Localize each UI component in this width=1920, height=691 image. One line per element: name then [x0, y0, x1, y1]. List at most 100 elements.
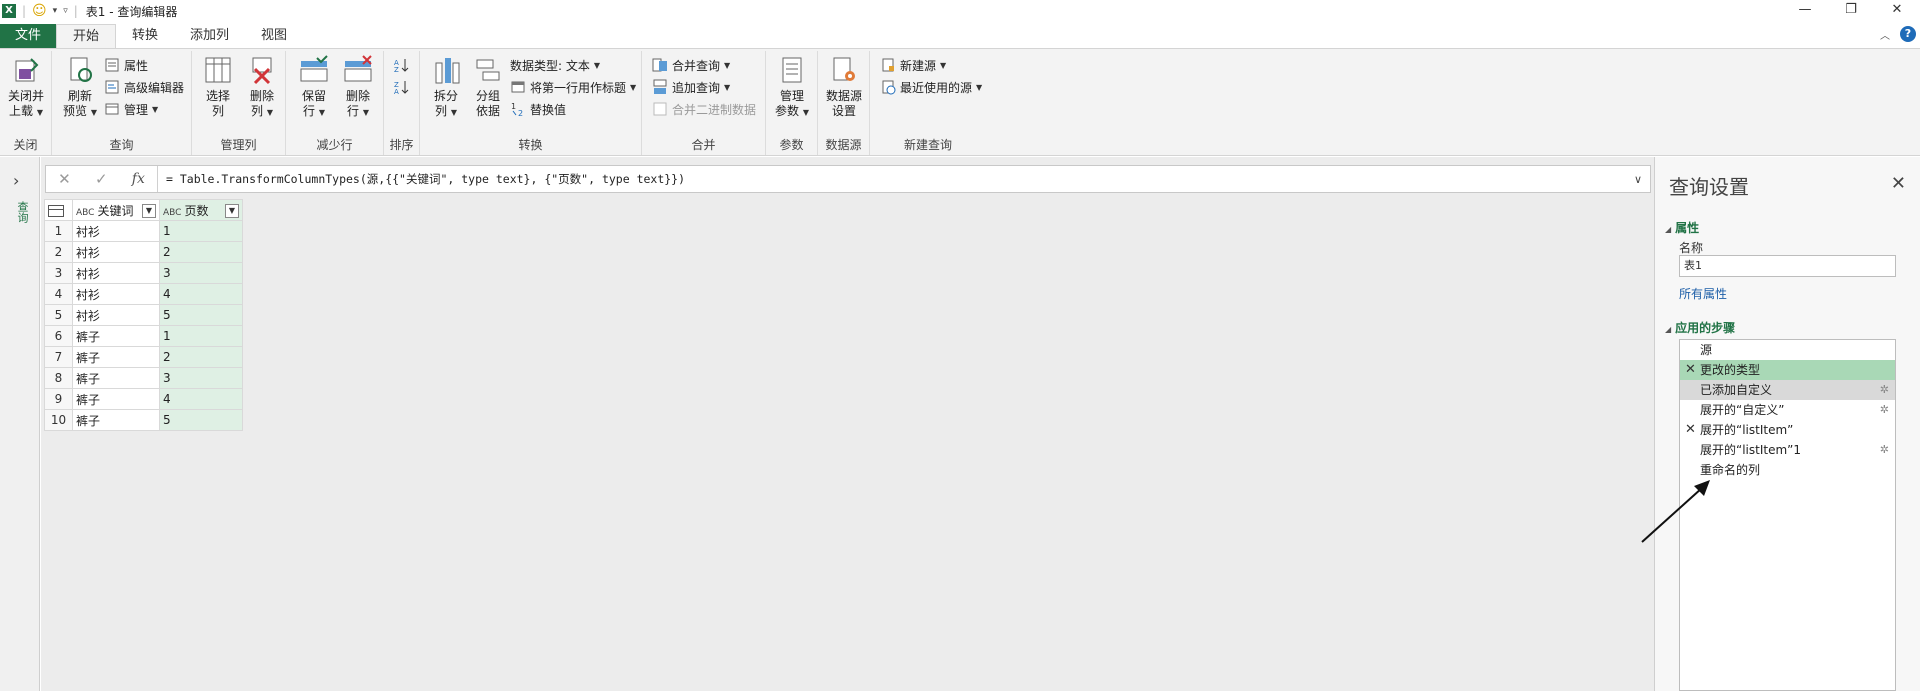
row-number[interactable]: 7	[44, 346, 73, 368]
table-icon[interactable]	[48, 204, 64, 217]
cancel-formula-icon[interactable]: ✕	[58, 170, 71, 188]
row-number[interactable]: 8	[44, 367, 73, 389]
collapse-triangle-icon[interactable]: ◢	[1665, 225, 1671, 234]
merge-queries-button[interactable]: 合并查询 ▼	[652, 55, 730, 75]
row-number[interactable]: 3	[44, 262, 73, 284]
cell-keyword[interactable]: 裤子	[72, 325, 160, 347]
applied-step[interactable]: ✕ 更改的类型	[1680, 360, 1895, 380]
minimize-icon[interactable]: —	[1782, 0, 1828, 22]
cell-keyword[interactable]: 衬衫	[72, 262, 160, 284]
row-number[interactable]: 5	[44, 304, 73, 326]
collapse-ribbon-icon[interactable]: ︿	[1880, 27, 1890, 42]
collapse-triangle-icon[interactable]: ◢	[1665, 325, 1671, 334]
table-row[interactable]: 7 裤子 2	[44, 346, 243, 368]
cell-pages[interactable]: 2	[159, 346, 243, 368]
cell-pages[interactable]: 5	[159, 304, 243, 326]
remove-columns-button[interactable]: 删除 列 ▼	[240, 55, 284, 120]
keep-rows-button[interactable]: 保留 行 ▼	[292, 55, 336, 120]
table-row[interactable]: 8 裤子 3	[44, 367, 243, 389]
column-header-pages[interactable]: ABC 页数 ▼	[159, 199, 243, 221]
row-number[interactable]: 4	[44, 283, 73, 305]
refresh-preview-button[interactable]: 刷新 预览 ▼	[58, 55, 102, 120]
chevron-down-icon[interactable]: ∨	[1626, 173, 1650, 186]
applied-steps-section[interactable]: ◢ 应用的步骤	[1665, 319, 1735, 336]
name-input[interactable]: 表1	[1679, 255, 1896, 277]
cell-pages[interactable]: 2	[159, 241, 243, 263]
step-settings-gear-icon[interactable]: ✲	[1880, 440, 1889, 460]
properties-section[interactable]: ◢ 属性	[1665, 219, 1699, 236]
qa-dropdown-icon[interactable]: ▾	[53, 6, 58, 16]
properties-button[interactable]: 属性	[104, 55, 148, 75]
tab-home[interactable]: 开始	[56, 24, 117, 48]
row-number[interactable]: 9	[44, 388, 73, 410]
tab-view[interactable]: 视图	[245, 24, 303, 48]
applied-step[interactable]: 源	[1680, 340, 1895, 360]
cell-keyword[interactable]: 裤子	[72, 388, 160, 410]
table-menu-cell[interactable]	[44, 199, 73, 221]
table-row[interactable]: 1 衬衫 1	[44, 220, 243, 242]
step-settings-gear-icon[interactable]: ✲	[1880, 380, 1889, 400]
delete-step-icon[interactable]: ✕	[1685, 420, 1696, 440]
data-source-settings-button[interactable]: 数据源 设置	[822, 55, 866, 119]
replace-values-button[interactable]: 12 替换值	[510, 99, 566, 119]
cell-keyword[interactable]: 裤子	[72, 346, 160, 368]
delete-step-icon[interactable]: ✕	[1685, 360, 1696, 380]
cell-pages[interactable]: 1	[159, 220, 243, 242]
row-number[interactable]: 1	[44, 220, 73, 242]
cell-pages[interactable]: 4	[159, 283, 243, 305]
applied-step[interactable]: ✕ 展开的“listItem”	[1680, 420, 1895, 440]
row-number[interactable]: 10	[44, 409, 73, 431]
restore-icon[interactable]: ❐	[1828, 0, 1874, 22]
table-row[interactable]: 2 衬衫 2	[44, 241, 243, 263]
table-row[interactable]: 10 裤子 5	[44, 409, 243, 431]
table-row[interactable]: 4 衬衫 4	[44, 283, 243, 305]
filter-dropdown-icon[interactable]: ▼	[225, 203, 239, 218]
recent-sources-button[interactable]: 最近使用的源 ▼	[880, 77, 982, 97]
cell-keyword[interactable]: 裤子	[72, 409, 160, 431]
applied-step[interactable]: 展开的“listItem”1 ✲	[1680, 440, 1895, 460]
filter-dropdown-icon[interactable]: ▼	[142, 203, 156, 218]
sort-ascending-button[interactable]: AZ	[393, 55, 409, 75]
group-by-button[interactable]: 分组 依据	[466, 55, 510, 119]
cell-keyword[interactable]: 衬衫	[72, 283, 160, 305]
table-row[interactable]: 6 裤子 1	[44, 325, 243, 347]
close-icon[interactable]: ✕	[1891, 173, 1906, 194]
cell-pages[interactable]: 3	[159, 367, 243, 389]
text-type-icon[interactable]: ABC	[76, 208, 94, 218]
row-number[interactable]: 6	[44, 325, 73, 347]
data-type-dropdown[interactable]: 数据类型: 文本 ▼	[510, 55, 600, 75]
cell-keyword[interactable]: 衬衫	[72, 220, 160, 242]
remove-rows-button[interactable]: 删除 行 ▼	[336, 55, 380, 120]
applied-step[interactable]: 已添加自定义 ✲	[1680, 380, 1895, 400]
cell-pages[interactable]: 1	[159, 325, 243, 347]
cell-pages[interactable]: 4	[159, 388, 243, 410]
table-row[interactable]: 5 衬衫 5	[44, 304, 243, 326]
manage-button[interactable]: 管理 ▼	[104, 99, 158, 119]
append-queries-button[interactable]: 追加查询 ▼	[652, 77, 730, 97]
cell-keyword[interactable]: 裤子	[72, 367, 160, 389]
row-number[interactable]: 2	[44, 241, 73, 263]
formula-input[interactable]: = Table.TransformColumnTypes(源,{{"关键词", …	[158, 171, 1626, 187]
combine-binaries-button[interactable]: 合并二进制数据	[652, 99, 756, 119]
new-source-button[interactable]: 新建源 ▼	[880, 55, 946, 75]
tab-transform[interactable]: 转换	[116, 24, 174, 48]
cell-keyword[interactable]: 衬衫	[72, 304, 160, 326]
sort-descending-button[interactable]: ZA	[393, 77, 409, 97]
use-first-row-as-headers-button[interactable]: 将第一行用作标题 ▼	[510, 77, 636, 97]
close-and-load-button[interactable]: 关闭并 上载 ▼	[4, 55, 48, 120]
queries-pane-label[interactable]: 查询	[14, 201, 30, 223]
text-type-icon[interactable]: ABC	[163, 208, 181, 218]
applied-step[interactable]: 展开的“自定义” ✲	[1680, 400, 1895, 420]
step-settings-gear-icon[interactable]: ✲	[1880, 400, 1889, 420]
confirm-formula-icon[interactable]: ✓	[95, 170, 108, 188]
tab-add-column[interactable]: 添加列	[174, 24, 245, 48]
advanced-editor-button[interactable]: 高级编辑器	[104, 77, 184, 97]
column-header-keyword[interactable]: ABC 关键词 ▼	[72, 199, 160, 221]
choose-columns-button[interactable]: 选择 列	[196, 55, 240, 119]
split-column-button[interactable]: 拆分 列 ▼	[424, 55, 468, 120]
all-properties-link[interactable]: 所有属性	[1679, 285, 1727, 302]
cell-pages[interactable]: 3	[159, 262, 243, 284]
cell-keyword[interactable]: 衬衫	[72, 241, 160, 263]
chevron-right-icon[interactable]: ›	[13, 171, 19, 190]
manage-parameters-button[interactable]: 管理 参数 ▼	[770, 55, 814, 120]
